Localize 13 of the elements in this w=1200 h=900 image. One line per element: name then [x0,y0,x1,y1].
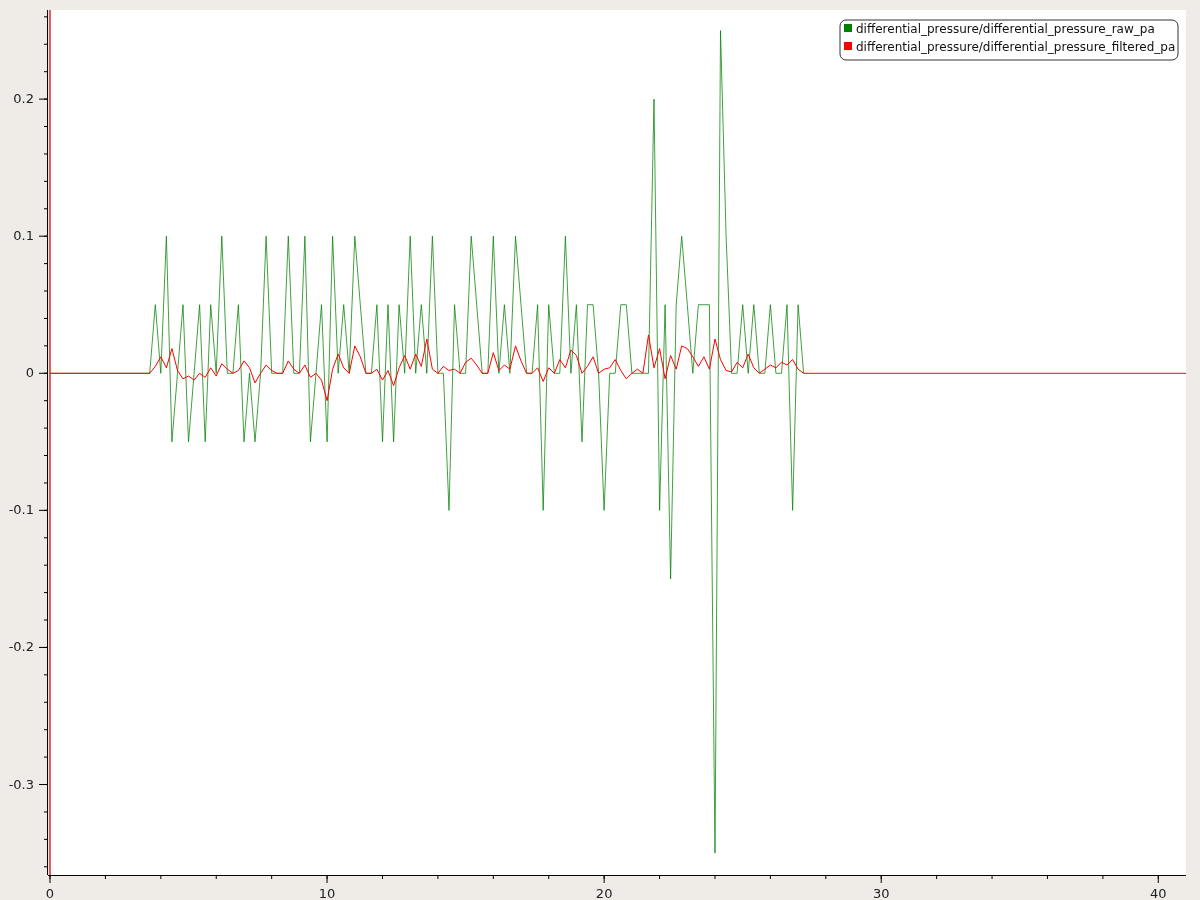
axis-label: 0 [25,365,34,381]
axis-label: 20 [595,886,613,900]
axis-label: -0.2 [8,639,34,655]
axis-label: 0.2 [13,91,34,107]
legend-label: differential_pressure/differential_pressure_raw_pa [856,22,1155,36]
axis-label: 0.1 [13,228,34,244]
axis-label: -0.1 [8,502,34,518]
axis-label: 40 [1150,886,1167,900]
axis-label: 30 [872,886,890,900]
axis-label: 0 [45,886,55,900]
legend-label: differential_pressure/differential_pressure_filtered_pa [856,40,1176,54]
axis-label: -0.3 [8,776,34,792]
axis-label: 10 [318,886,336,900]
